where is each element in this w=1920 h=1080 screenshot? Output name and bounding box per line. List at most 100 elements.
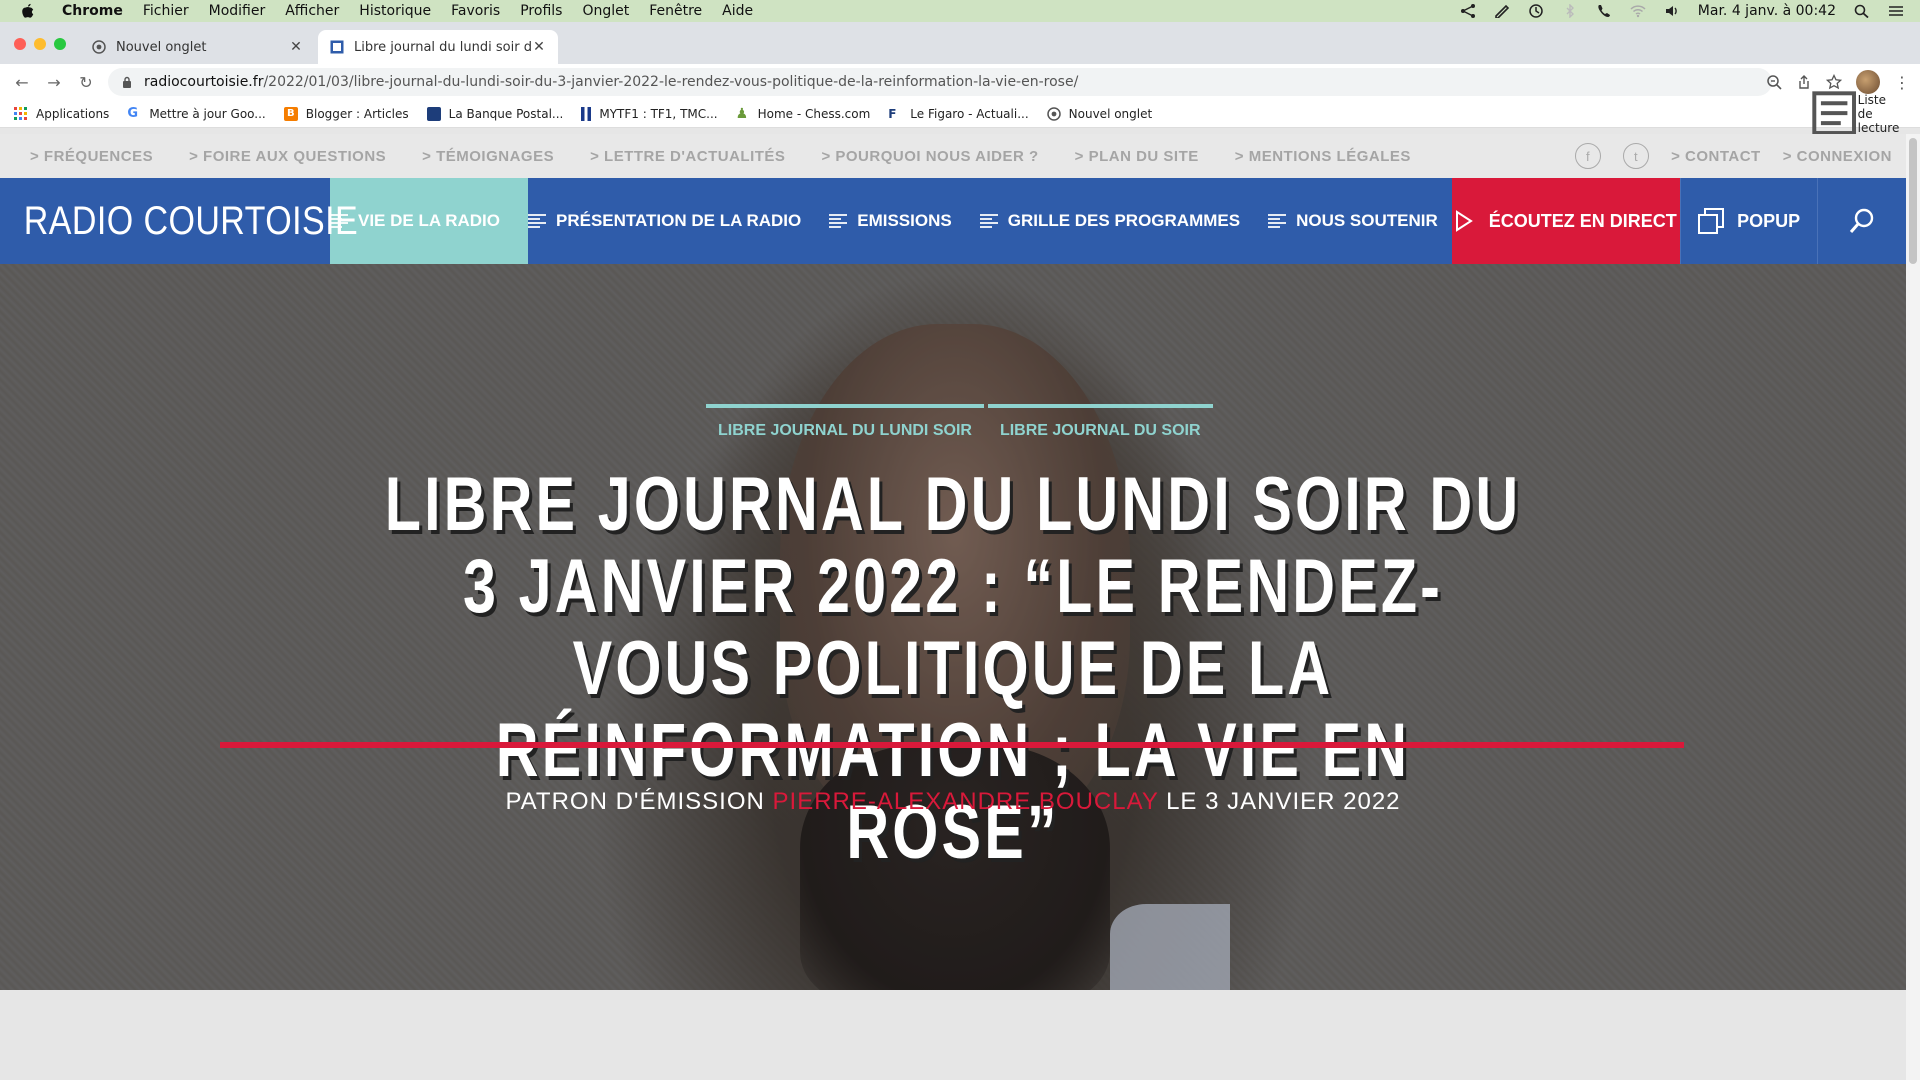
nav-label: EMISSIONS [857,211,952,230]
address-bar[interactable]: radiocourtoisie.fr/2022/01/03/libre-jour… [108,68,1772,96]
spotlight-search-icon[interactable] [1854,4,1870,18]
headline-divider [220,742,1684,748]
share-icon[interactable] [1796,74,1812,90]
listen-live-label: ÉCOUTEZ EN DIRECT [1488,210,1677,231]
category-link[interactable]: LIBRE JOURNAL DU SOIR [987,404,1213,440]
menu-historique[interactable]: Historique [359,3,431,19]
link-temoignages[interactable]: > TÉMOIGNAGES [422,148,554,165]
menu-fichier[interactable]: Fichier [143,3,189,19]
tf1-icon [581,106,592,121]
url-host: radiocourtoisie.fr [144,74,264,90]
page-scrollbar[interactable] [1906,134,1920,1080]
volume-icon[interactable] [1664,4,1680,18]
tab-title: Libre journal du lundi soir du 3 [354,39,532,55]
popup-button[interactable]: POPUP [1679,178,1817,264]
bookmark-google[interactable]: G Mettre à jour Goo... [127,105,265,121]
bookmark-banque-postale[interactable]: La Banque Postal... [426,106,564,121]
menu-afficher[interactable]: Afficher [285,3,339,19]
reading-list-label: Liste de lecture [1857,92,1900,135]
link-plan-du-site[interactable]: > PLAN DU SITE [1075,148,1199,165]
back-arrow-icon[interactable]: ← [6,73,38,92]
reading-list-button[interactable]: Liste de lecture [1811,90,1904,136]
site-logo[interactable]: RADIO COURTOISIE [0,178,358,264]
chess-pawn-icon: ♟ [735,105,749,122]
menu-lines-icon [979,214,998,228]
link-mentions-legales[interactable]: > MENTIONS LÉGALES [1235,148,1411,165]
menu-profils[interactable]: Profils [520,3,562,19]
link-connexion[interactable]: > CONNEXION [1783,148,1892,165]
close-window-button[interactable] [14,38,26,50]
apple-icon[interactable] [20,3,36,19]
chrome-icon [92,40,106,54]
category-link[interactable]: LIBRE JOURNAL DU LUNDI SOIR [706,404,984,440]
nav-nous-soutenir[interactable]: NOUS SOUTENIR [1254,178,1452,264]
menu-favoris[interactable]: Favoris [451,3,500,19]
link-frequences[interactable]: > FRÉQUENCES [30,148,153,165]
bookmark-label: Nouvel onglet [1068,106,1153,121]
listen-live-button[interactable]: ÉCOUTEZ EN DIRECT [1451,178,1680,264]
bookmark-star-icon[interactable] [1826,74,1842,90]
bluetooth-icon[interactable] [1562,4,1578,18]
site-main-nav: RADIO COURTOISIE VIE DE LA RADIO PRÉSENT… [0,178,1906,264]
menubar-clock[interactable]: Mar. 4 janv. à 00:42 [1698,3,1836,19]
author-link[interactable]: PIERRE-ALEXANDRE BOUCLAY [773,788,1159,815]
menu-modifier[interactable]: Modifier [209,3,266,19]
phone-icon[interactable] [1596,4,1612,18]
menu-app-chrome[interactable]: Chrome [62,3,123,19]
bookmark-label: La Banque Postal... [448,106,564,121]
scrollbar-thumb[interactable] [1909,138,1917,264]
chrome-icon [1046,106,1061,121]
link-faq[interactable]: > FOIRE AUX QUESTIONS [189,148,386,165]
bookmark-label: Applications [36,106,110,121]
close-tab-icon[interactable]: ✕ [532,39,546,55]
google-icon: G [127,105,138,121]
popup-label: POPUP [1737,210,1801,231]
bookmark-applications[interactable]: Applications [14,106,110,121]
link-pourquoi-aider[interactable]: > POURQUOI NOUS AIDER ? [821,148,1038,165]
link-lettre-actualites[interactable]: > LETTRE D'ACTUALITÉS [590,148,785,165]
link-contact[interactable]: > CONTACT [1671,148,1761,165]
nav-label: VIE DE LA RADIO [358,211,500,230]
figaro-icon: F [888,106,897,121]
nav-grille-programmes[interactable]: GRILLE DES PROGRAMMES [966,178,1254,264]
bookmark-label: Home - Chess.com [757,106,871,121]
bookmark-chess[interactable]: ♟ Home - Chess.com [736,107,871,121]
wifi-icon[interactable] [1630,4,1646,18]
menu-onglet[interactable]: Onglet [582,3,629,19]
close-tab-icon[interactable]: ✕ [289,39,303,55]
tab-nouvel-onglet[interactable]: Nouvel onglet ✕ [80,30,315,64]
browser-tabstrip: Nouvel onglet ✕ Libre journal du lundi s… [0,22,1920,82]
control-center-icon[interactable] [1888,4,1904,18]
nav-emissions[interactable]: EMISSIONS [815,178,965,264]
tab-libre-journal[interactable]: Libre journal du lundi soir du 3 ✕ [318,30,558,64]
menu-fenetre[interactable]: Fenêtre [649,3,702,19]
bookmark-mytf1[interactable]: MYTF1 : TF1, TMC... [581,106,718,121]
pen-icon[interactable] [1494,4,1510,18]
site-utility-bar: > FRÉQUENCES > FOIRE AUX QUESTIONS > TÉM… [0,134,1906,178]
twitter-icon[interactable]: t [1623,143,1650,169]
time-machine-icon[interactable] [1528,4,1544,18]
share-network-icon[interactable] [1460,4,1476,18]
minimize-window-button[interactable] [34,38,46,50]
blogger-icon: B [283,106,298,121]
bookmark-label: Blogger : Articles [305,106,409,121]
zoom-icon[interactable] [1766,74,1782,90]
nav-presentation[interactable]: PRÉSENTATION DE LA RADIO [528,178,815,264]
url-path: /2022/01/03/libre-journal-du-lundi-soir-… [263,74,1079,90]
popup-window-icon [1698,208,1725,234]
zoom-window-button[interactable] [54,38,66,50]
reload-icon[interactable]: ↻ [70,73,102,92]
reading-list-icon [1812,91,1857,136]
site-search-button[interactable] [1816,178,1906,264]
facebook-icon[interactable]: f [1575,143,1602,169]
article-byline: PATRON D'ÉMISSION PIERRE-ALEXANDRE BOUCL… [0,788,1906,816]
nav-vie-de-la-radio[interactable]: VIE DE LA RADIO [330,178,528,264]
bookmark-nouvel-onglet[interactable]: Nouvel onglet [1046,106,1153,121]
menu-aide[interactable]: Aide [722,3,753,19]
forward-arrow-icon[interactable]: → [38,73,70,92]
lock-icon[interactable] [122,76,132,88]
bookmark-blogger[interactable]: B Blogger : Articles [283,106,409,121]
more-menu-icon[interactable]: ⋮ [1894,73,1910,92]
bookmark-figaro[interactable]: F Le Figaro - Actuali... [888,107,1028,121]
window-controls [14,38,66,50]
